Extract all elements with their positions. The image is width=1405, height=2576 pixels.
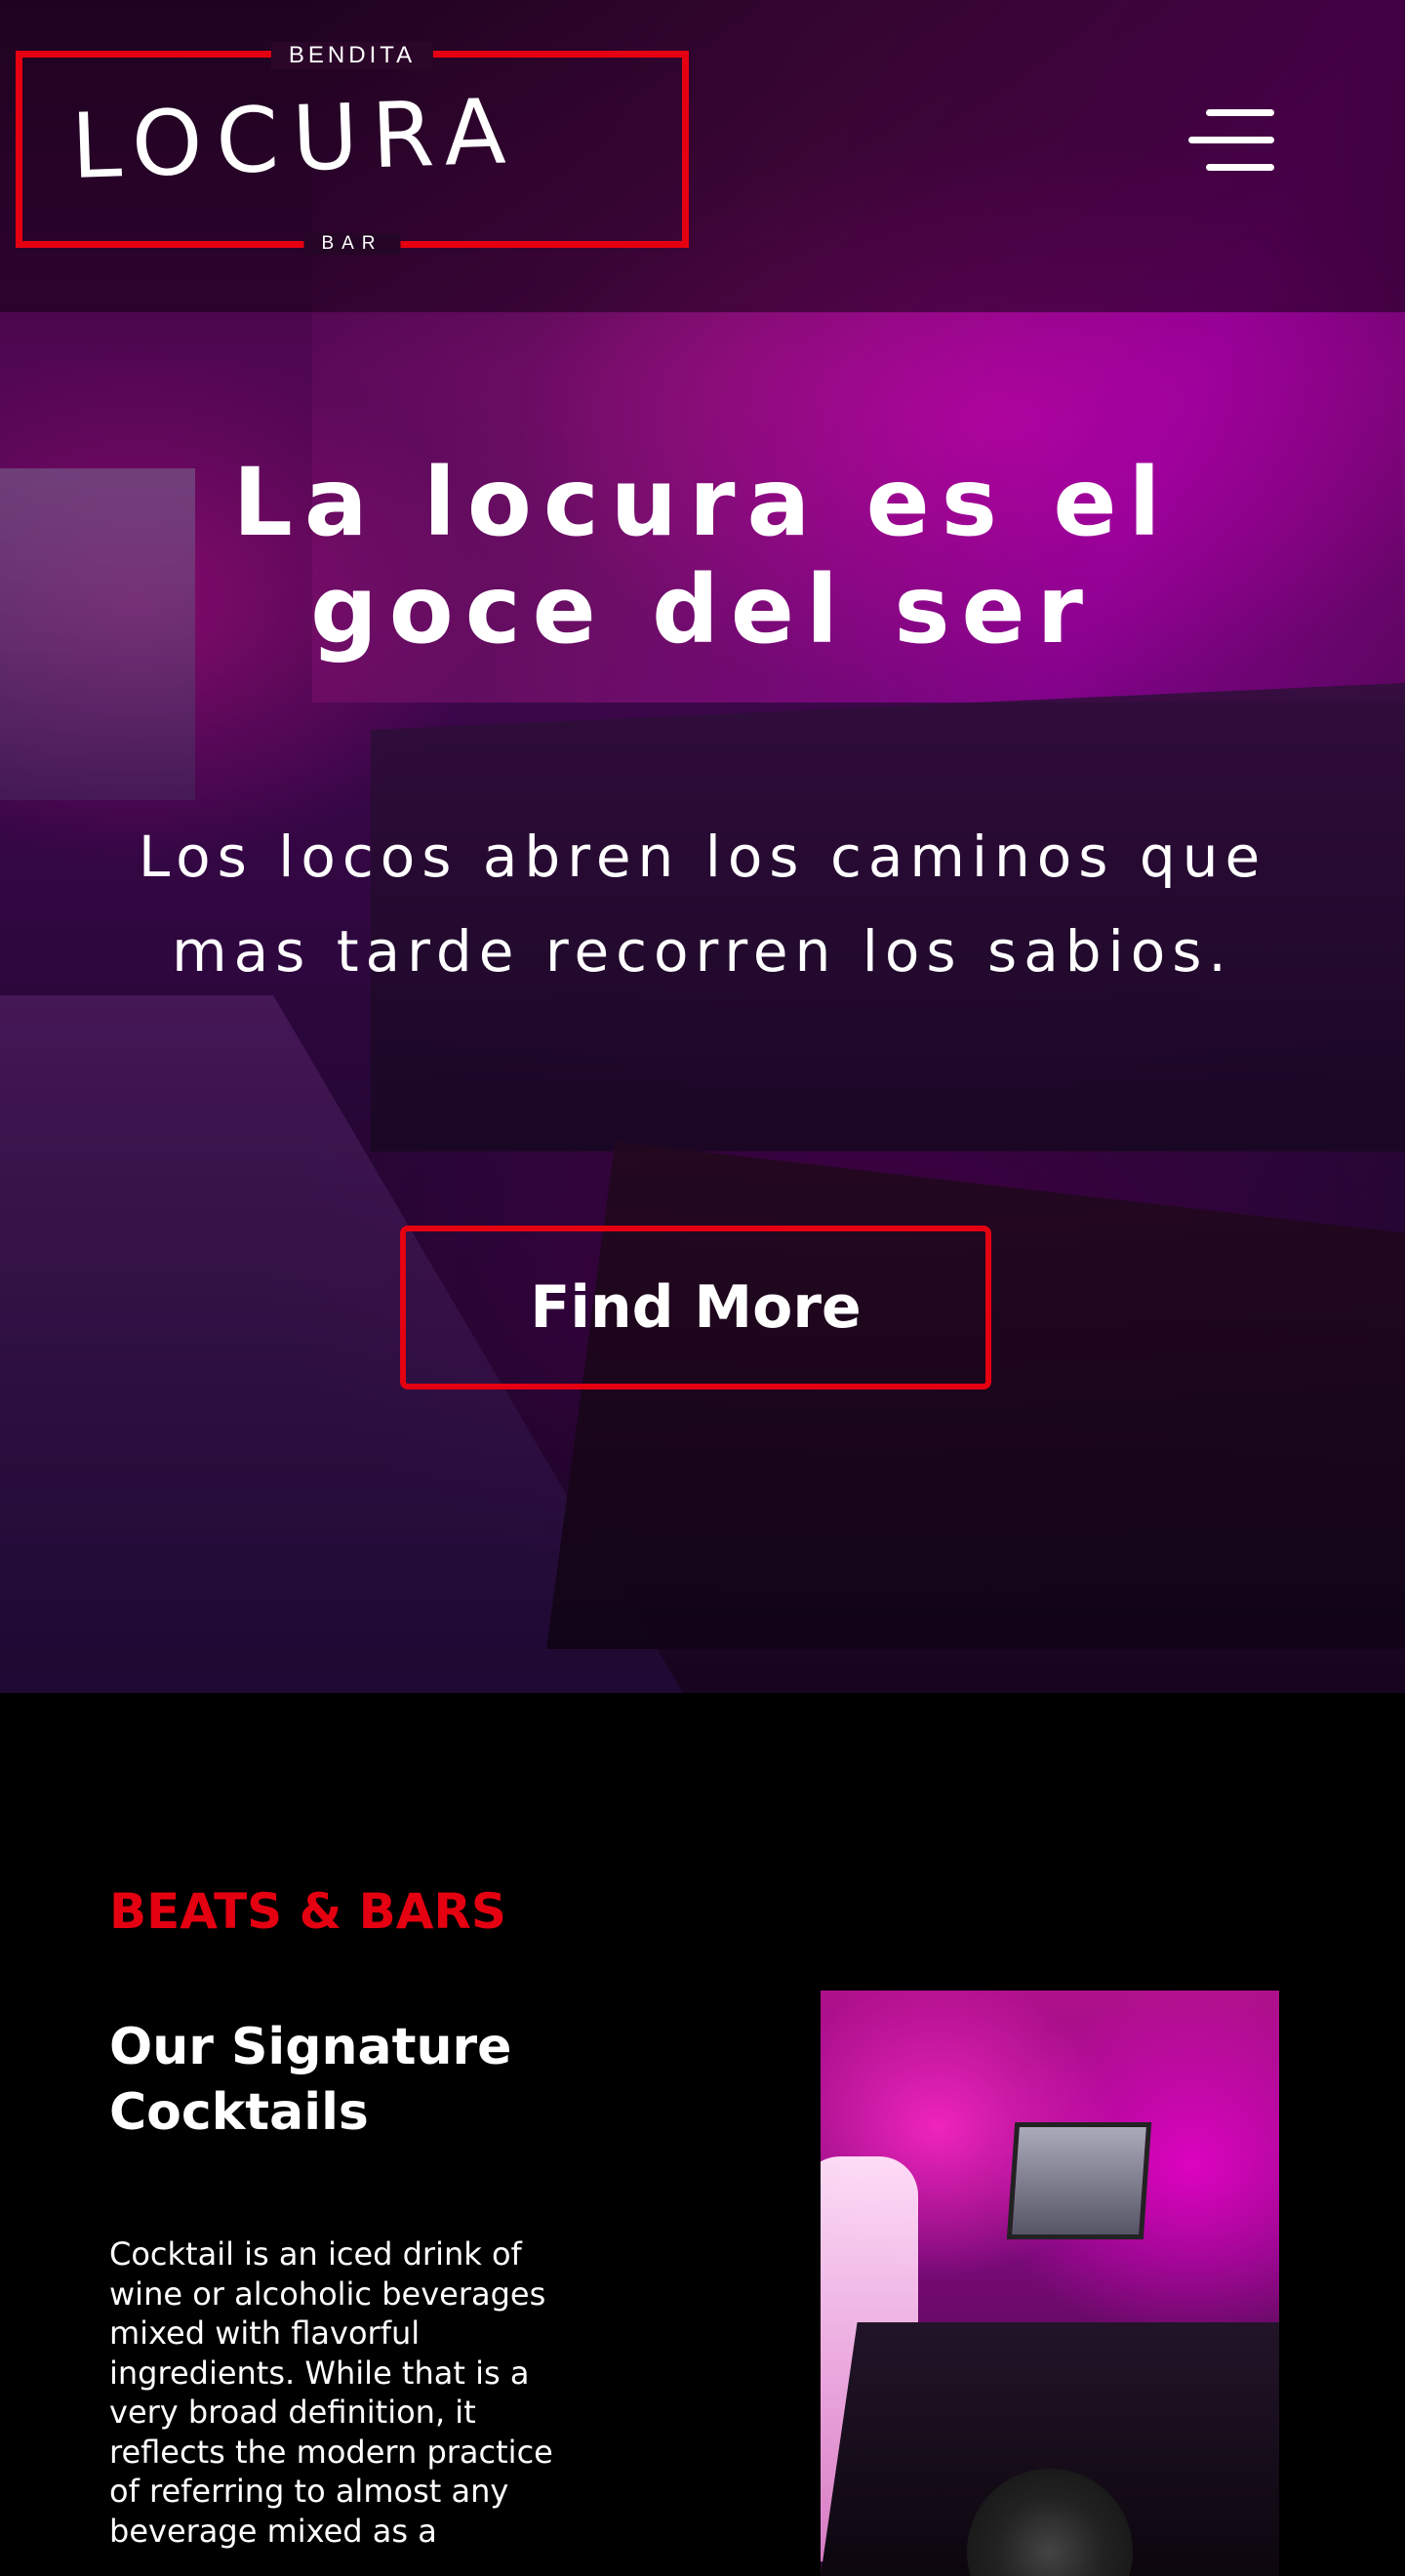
menu-line (1206, 164, 1274, 171)
find-more-button[interactable]: Find More (400, 1226, 991, 1389)
menu-line (1206, 109, 1274, 116)
dj-laptop (1006, 2122, 1152, 2239)
hero-title: La locura es el goce del ser (232, 448, 1173, 664)
menu-line (1188, 137, 1274, 143)
hero-quote: Los locos abren los caminos que mas tard… (138, 824, 1267, 985)
cocktails-section: BEATS & BARS Our Signature Cocktails Coc… (0, 1693, 1405, 2576)
hamburger-menu-icon[interactable] (1183, 105, 1280, 174)
logo-main-text: LOCURA (69, 79, 521, 199)
dj-photo (821, 1991, 1279, 2576)
site-logo[interactable]: BENDITA LOCURA BAR (16, 42, 689, 255)
section-title: Our Signature Cocktails (109, 2018, 512, 2142)
section-eyebrow: BEATS & BARS (109, 1883, 506, 1940)
section-body: Cocktail is an iced drink of wine or alc… (109, 2235, 553, 2550)
logo-top-text: BENDITA (270, 42, 434, 69)
site-header: BENDITA LOCURA BAR (0, 0, 1405, 312)
logo-bottom-text: BAR (303, 233, 401, 255)
